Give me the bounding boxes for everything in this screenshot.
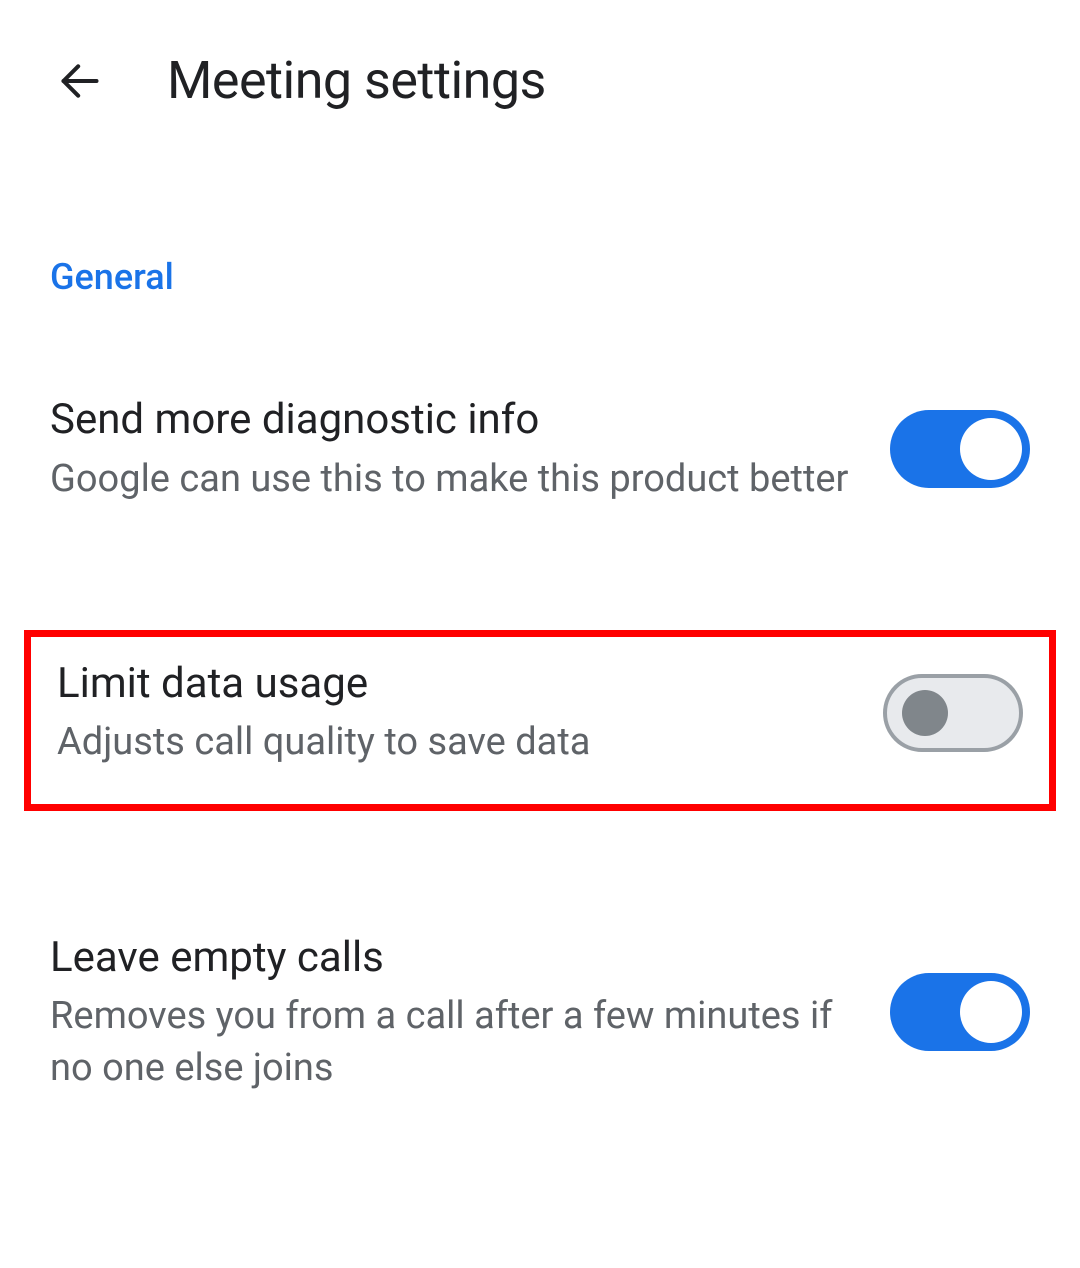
back-button[interactable]	[55, 56, 105, 106]
toggle-leave-empty-calls[interactable]	[890, 973, 1030, 1051]
header: Meeting settings	[0, 0, 1080, 141]
toggle-diagnostic-info[interactable]	[890, 410, 1030, 488]
setting-title: Limit data usage	[57, 657, 843, 712]
setting-description: Adjusts call quality to save data	[57, 717, 843, 768]
toggle-thumb	[960, 981, 1022, 1043]
setting-text: Leave empty calls Removes you from a cal…	[50, 931, 850, 1094]
page-title: Meeting settings	[167, 50, 546, 111]
toggle-thumb	[960, 418, 1022, 480]
setting-text: Send more diagnostic info Google can use…	[50, 393, 850, 505]
setting-text: Limit data usage Adjusts call quality to…	[57, 657, 843, 769]
setting-leave-empty-calls[interactable]: Leave empty calls Removes you from a cal…	[0, 906, 1080, 1124]
toggle-thumb	[902, 690, 948, 736]
section-header-general: General	[0, 141, 1080, 298]
setting-description: Removes you from a call after a few minu…	[50, 991, 850, 1094]
setting-description: Google can use this to make this product…	[50, 454, 850, 505]
settings-list: Send more diagnostic info Google can use…	[0, 298, 1080, 1124]
setting-title: Send more diagnostic info	[50, 393, 850, 448]
setting-limit-data-usage[interactable]: Limit data usage Adjusts call quality to…	[24, 630, 1056, 811]
toggle-limit-data-usage[interactable]	[883, 674, 1023, 752]
setting-title: Leave empty calls	[50, 931, 850, 986]
setting-diagnostic-info[interactable]: Send more diagnostic info Google can use…	[0, 368, 1080, 535]
arrow-left-icon	[58, 59, 102, 103]
